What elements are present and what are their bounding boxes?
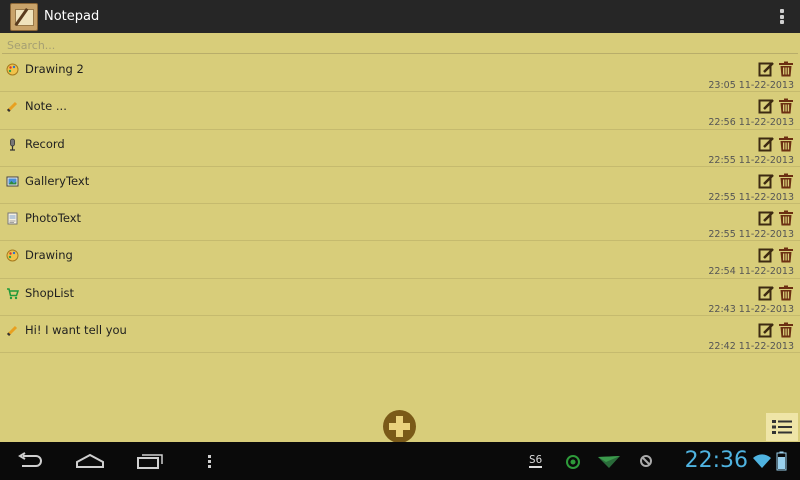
edit-icon[interactable] [758,61,774,77]
overflow-menu-icon[interactable] [780,9,784,24]
note-row[interactable]: Drawing 22:54 11-22-2013 [0,241,800,279]
notification-badge[interactable]: S6 [529,454,543,468]
list-view-button[interactable] [766,413,798,441]
notes-list: Drawing 2 23:05 11-22-2013 Note ... 22:5… [0,55,800,354]
sync-icon[interactable] [639,454,653,468]
note-title: Hi! I want tell you [25,323,127,338]
note-date: 22:55 11-22-2013 [708,154,794,166]
palette-icon [6,249,19,262]
edit-icon[interactable] [758,173,774,189]
note-title: Drawing 2 [25,62,84,76]
note-date: 22:42 11-22-2013 [708,341,794,353]
trash-icon[interactable] [778,98,794,114]
note-row[interactable]: PhotoText 22:55 11-22-2013 [0,204,800,242]
note-title: GalleryText [25,173,90,188]
trash-icon[interactable] [778,210,794,226]
trash-icon[interactable] [778,173,794,189]
trash-icon[interactable] [778,61,794,77]
add-note-button[interactable] [383,410,416,443]
wifi-icon[interactable] [752,452,772,470]
note-title: PhotoText [25,211,82,226]
back-icon[interactable] [16,452,44,470]
send-icon[interactable] [597,454,621,470]
android-bug-icon[interactable] [565,454,581,470]
note-title: ShopList [25,285,75,300]
note-date: 22:54 11-22-2013 [708,266,794,278]
edit-icon[interactable] [758,98,774,114]
recent-apps-icon[interactable] [136,452,166,470]
trash-icon[interactable] [778,247,794,263]
note-date: 22:43 11-22-2013 [708,303,794,315]
note-title: Record [25,136,65,151]
list-icon [772,420,792,434]
pencil-icon [6,326,18,337]
note-row[interactable]: Record 22:55 11-22-2013 [0,130,800,167]
palette-icon [6,63,19,76]
edit-icon[interactable] [758,210,774,226]
battery-icon[interactable] [776,451,787,471]
menu-icon[interactable] [207,452,213,470]
home-icon[interactable] [75,452,105,470]
pencil-icon [6,102,18,113]
gallery-icon [6,176,19,187]
action-bar: Notepad [0,0,800,33]
edit-icon[interactable] [758,322,774,338]
trash-icon[interactable] [778,136,794,152]
note-title: Note ... [25,99,67,114]
note-row[interactable]: ShopList 22:43 11-22-2013 [0,279,800,317]
photo-icon [7,212,18,225]
edit-icon[interactable] [758,136,774,152]
app-title: Notepad [44,9,100,24]
trash-icon[interactable] [778,322,794,338]
note-row[interactable]: Drawing 2 23:05 11-22-2013 [0,55,800,93]
note-date: 22:56 11-22-2013 [708,117,794,129]
note-date: 23:05 11-22-2013 [708,80,794,91]
note-date: 22:55 11-22-2013 [708,229,794,241]
note-row[interactable]: GalleryText 22:55 11-22-2013 [0,167,800,205]
search-bar [2,34,798,55]
edit-icon[interactable] [758,247,774,263]
note-date: 22:55 11-22-2013 [708,191,794,203]
search-input[interactable] [2,36,798,55]
trash-icon[interactable] [778,285,794,301]
note-row[interactable]: Hi! I want tell you 22:42 11-22-2013 [0,316,800,354]
edit-icon[interactable] [758,285,774,301]
microphone-icon [10,138,15,151]
note-title: Drawing [25,248,73,263]
system-navigation-bar: S6 22:36 [0,442,800,480]
status-clock: 22:36 [684,448,748,473]
note-row[interactable]: Note ... 22:56 11-22-2013 [0,92,800,130]
cart-icon [7,288,19,299]
notepad-app-icon[interactable] [10,2,38,31]
